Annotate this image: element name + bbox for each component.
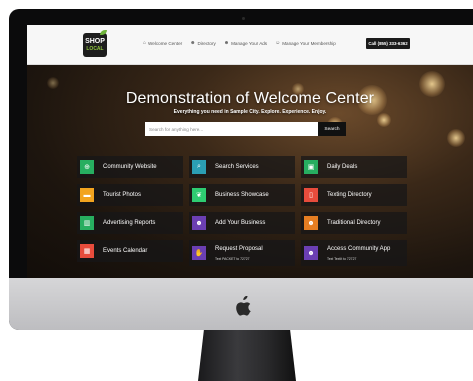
page-title: Demonstration of Welcome Center <box>125 90 375 107</box>
search-bar: Search <box>145 122 346 136</box>
tile-text: Search Services <box>215 164 259 171</box>
top-navbar: SHOP LOCAL ⌂ Welcome Center ☻ Directory … <box>27 25 473 65</box>
community-icon: ☻ <box>304 246 318 260</box>
tile-text: Request Proposal Text PACKET to 72727 <box>215 246 263 261</box>
tile-label: Tourist Photos <box>103 191 142 198</box>
handshake-icon: ✋ <box>192 246 206 260</box>
imac-mockup: SHOP LOCAL ⌂ Welcome Center ☻ Directory … <box>0 0 473 381</box>
money-icon: ▣ <box>304 160 318 174</box>
chart-icon: ▥ <box>80 216 94 230</box>
nav-label: Manage Your Membership <box>282 40 336 46</box>
tile-text: Texting Directory <box>327 192 372 199</box>
tile-label: Advertising Reports <box>103 219 156 226</box>
monitor-stand <box>198 330 296 381</box>
tile-label: Community Website <box>103 163 157 170</box>
tile-text: Community Website <box>103 164 157 171</box>
tile-label: Events Calendar <box>103 247 148 254</box>
nav-links: ⌂ Welcome Center ☻ Directory ☻ Manage Yo… <box>143 40 336 46</box>
tile-label: Business Showcase <box>215 191 269 198</box>
nav-manage-ads[interactable]: ☻ Manage Your Ads <box>224 40 267 46</box>
mobile-icon: ▯ <box>304 188 318 202</box>
tile-texting-directory[interactable]: ▯ Texting Directory <box>301 184 407 206</box>
tile-events-calendar[interactable]: ▦ Events Calendar <box>77 240 183 262</box>
bokeh-light <box>47 77 59 89</box>
nav-directory[interactable]: ☻ Directory <box>190 40 216 46</box>
group-icon: ☻ <box>223 40 230 46</box>
nav-welcome-center[interactable]: ⌂ Welcome Center <box>143 40 182 46</box>
tile-advertising-reports[interactable]: ▥ Advertising Reports <box>77 212 183 234</box>
tile-search-services[interactable]: ⌕ Search Services <box>189 156 295 178</box>
tile-tourist-photos[interactable]: ▬ Tourist Photos <box>77 184 183 206</box>
tile-business-showcase[interactable]: ❦ Business Showcase <box>189 184 295 206</box>
home-icon: ⌂ <box>143 40 147 46</box>
call-button[interactable]: Call (855) 333-6362 <box>366 38 410 49</box>
user-icon: ☺ <box>275 40 281 46</box>
tile-label: Texting Directory <box>327 191 372 198</box>
bokeh-light <box>377 113 391 127</box>
nav-label: Welcome Center <box>148 40 183 46</box>
tile-label: Traditional Directory <box>327 219 381 226</box>
tile-label: Access Community App <box>327 245 391 252</box>
leaf-icon <box>100 30 107 35</box>
calendar-icon: ▦ <box>80 244 94 258</box>
tile-text: Tourist Photos <box>103 192 141 199</box>
search-input[interactable] <box>145 122 318 136</box>
tile-subtext: Text TextIt to 72727 <box>327 256 357 261</box>
camera-dot <box>242 17 245 20</box>
nav-label: Directory <box>197 40 216 46</box>
search-icon: ⌕ <box>192 160 206 174</box>
tile-text: Daily Deals <box>327 164 357 171</box>
tile-add-your-business[interactable]: ☻ Add Your Business <box>189 212 295 234</box>
add-user-icon: ☻ <box>192 216 206 230</box>
shop-local-logo[interactable]: SHOP LOCAL <box>83 30 107 57</box>
tile-text: Access Community App Text TextIt to 72727 <box>327 246 390 261</box>
tile-text: Advertising Reports <box>103 220 155 227</box>
apple-logo-icon <box>236 296 251 316</box>
tile-text: Add Your Business <box>215 220 265 227</box>
screen: SHOP LOCAL ⌂ Welcome Center ☻ Directory … <box>27 25 473 278</box>
leaf-icon: ❦ <box>192 188 206 202</box>
globe-icon: ⊕ <box>80 160 94 174</box>
photo-icon: ▬ <box>80 188 94 202</box>
logo-text-top: SHOP <box>85 38 105 45</box>
bokeh-light <box>447 129 465 147</box>
tile-text: Events Calendar <box>103 248 147 255</box>
page-subtitle: Everything you need in Sample City. Expl… <box>173 109 327 115</box>
tile-label: Search Services <box>215 163 259 170</box>
tile-request-proposal[interactable]: ✋ Request Proposal Text PACKET to 72727 <box>189 240 295 266</box>
tile-traditional-directory[interactable]: ☻ Traditional Directory <box>301 212 407 234</box>
logo-text-bottom: LOCAL <box>86 46 104 52</box>
tile-text: Business Showcase <box>215 192 269 199</box>
nav-manage-membership[interactable]: ☺ Manage Your Membership <box>275 40 336 46</box>
tile-label: Add Your Business <box>215 219 266 226</box>
group-icon: ☻ <box>304 216 318 230</box>
tile-label: Daily Deals <box>327 163 358 170</box>
tile-subtext: Text PACKET to 72727 <box>215 256 250 261</box>
tile-text: Traditional Directory <box>327 220 380 227</box>
tile-community-website[interactable]: ⊕ Community Website <box>77 156 183 178</box>
nav-label: Manage Your Ads <box>231 40 268 46</box>
search-button[interactable]: Search <box>318 122 346 136</box>
tile-label: Request Proposal <box>215 245 263 252</box>
tile-daily-deals[interactable]: ▣ Daily Deals <box>301 156 407 178</box>
tile-access-community-app[interactable]: ☻ Access Community App Text TextIt to 7272… <box>301 240 407 266</box>
users-icon: ☻ <box>190 40 196 46</box>
